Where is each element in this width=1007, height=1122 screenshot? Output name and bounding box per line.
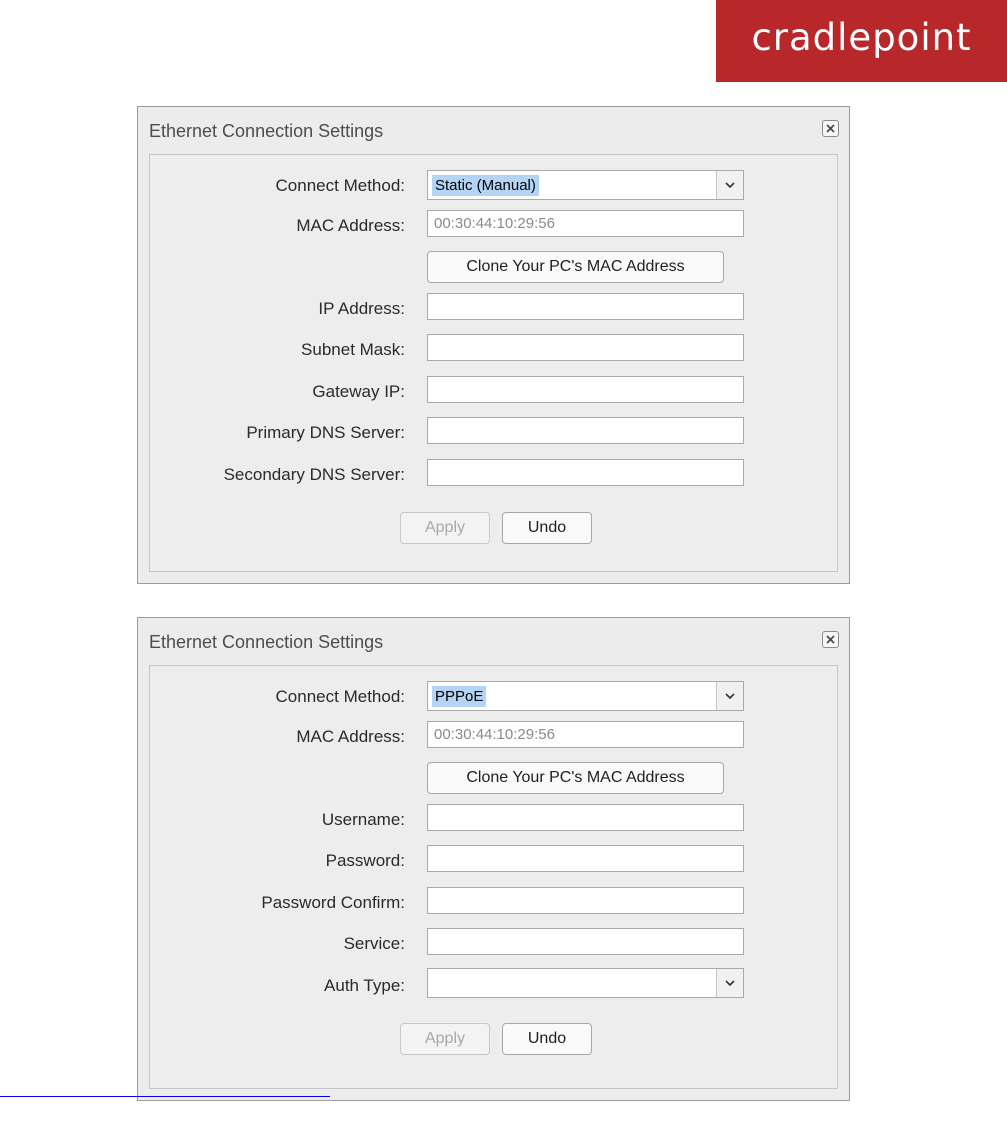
ip-address-label: IP Address: xyxy=(318,299,405,318)
chevron-down-icon xyxy=(716,969,743,997)
password-label: Password: xyxy=(325,851,405,870)
dialog-title: Ethernet Connection Settings xyxy=(149,121,384,141)
service-input[interactable] xyxy=(427,928,744,955)
connect-method-value: Static (Manual) xyxy=(432,175,539,196)
subnet-mask-label: Subnet Mask: xyxy=(301,340,405,359)
ethernet-settings-dialog-static: Ethernet Connection Settings Connect Met… xyxy=(137,106,850,584)
settings-panel: Connect Method: Static (Manual) MAC Addr… xyxy=(149,154,838,572)
undo-button[interactable]: Undo xyxy=(502,512,592,544)
mac-address-label: MAC Address: xyxy=(296,216,405,235)
close-button[interactable] xyxy=(822,120,839,137)
service-label: Service: xyxy=(343,934,405,953)
close-icon xyxy=(826,635,835,644)
primary-dns-input[interactable] xyxy=(427,417,744,444)
connect-method-value: PPPoE xyxy=(432,686,487,707)
mac-address-field: 00:30:44:10:29:56 xyxy=(427,721,744,748)
ethernet-settings-dialog-pppoe: Ethernet Connection Settings Connect Met… xyxy=(137,617,850,1101)
apply-button[interactable]: Apply xyxy=(400,512,490,544)
settings-panel: Connect Method: PPPoE MAC Address: 00:30… xyxy=(149,665,838,1089)
chevron-down-icon xyxy=(716,171,743,199)
gateway-ip-input[interactable] xyxy=(427,376,744,403)
cradlepoint-logo: cradlepoint xyxy=(716,0,1007,82)
clone-mac-button[interactable]: Clone Your PC's MAC Address xyxy=(427,251,724,283)
auth-type-label: Auth Type: xyxy=(324,976,405,995)
subnet-mask-input[interactable] xyxy=(427,334,744,361)
connect-method-select[interactable]: PPPoE xyxy=(427,681,744,711)
connect-method-select[interactable]: Static (Manual) xyxy=(427,170,744,200)
chevron-down-icon xyxy=(716,682,743,710)
close-button[interactable] xyxy=(822,631,839,648)
undo-button[interactable]: Undo xyxy=(502,1023,592,1055)
mac-address-field: 00:30:44:10:29:56 xyxy=(427,210,744,237)
logo-text: cradlepoint xyxy=(751,15,972,59)
auth-type-select[interactable] xyxy=(427,968,744,998)
link-underline xyxy=(0,1096,330,1097)
username-input[interactable] xyxy=(427,804,744,831)
secondary-dns-input[interactable] xyxy=(427,459,744,486)
dialog-title: Ethernet Connection Settings xyxy=(149,632,384,652)
mac-address-label: MAC Address: xyxy=(296,727,405,746)
password-confirm-input[interactable] xyxy=(427,887,744,914)
connect-method-label: Connect Method: xyxy=(275,687,405,706)
username-label: Username: xyxy=(321,810,405,829)
secondary-dns-label: Secondary DNS Server: xyxy=(223,465,405,484)
close-icon xyxy=(826,124,835,133)
password-confirm-label: Password Confirm: xyxy=(261,893,405,912)
password-input[interactable] xyxy=(427,845,744,872)
clone-mac-button[interactable]: Clone Your PC's MAC Address xyxy=(427,762,724,794)
gateway-ip-label: Gateway IP: xyxy=(312,382,405,401)
apply-button[interactable]: Apply xyxy=(400,1023,490,1055)
ip-address-input[interactable] xyxy=(427,293,744,320)
primary-dns-label: Primary DNS Server: xyxy=(246,423,405,442)
connect-method-label: Connect Method: xyxy=(275,176,405,195)
